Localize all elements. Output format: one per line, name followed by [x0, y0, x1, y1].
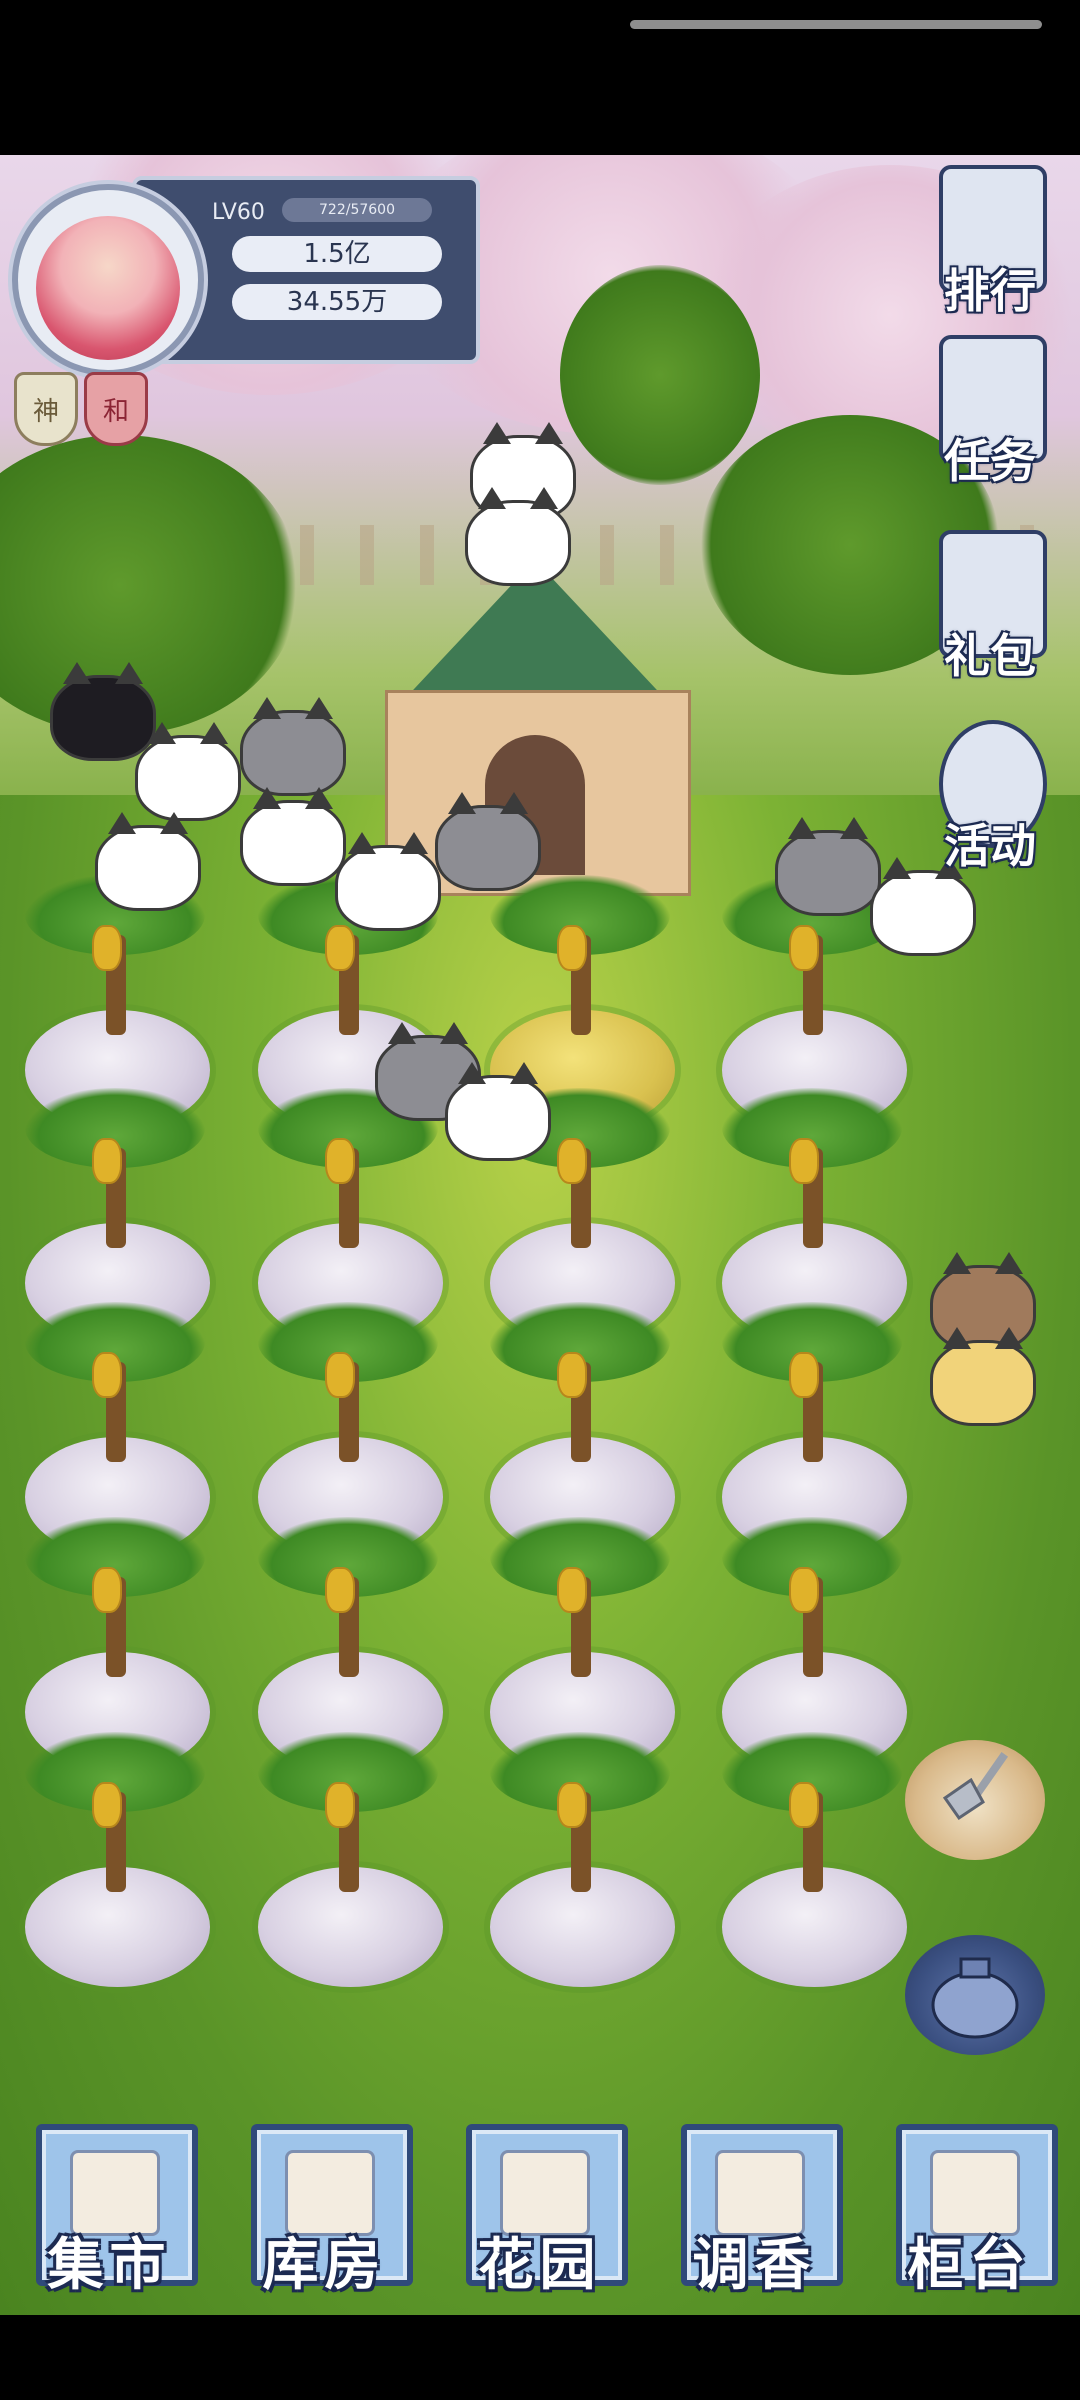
navigation-bar: [0, 2315, 1080, 2400]
shovel-icon: [942, 1752, 1009, 1821]
nav-warehouse[interactable]: 库房: [237, 2124, 413, 2298]
cat-character[interactable]: [870, 857, 976, 956]
nav-counter-label: 柜台: [907, 2232, 1032, 2298]
player-level: LV60: [212, 200, 265, 225]
cat-character[interactable]: [50, 662, 156, 761]
palm-tree[interactable]: [253, 1732, 443, 1902]
cat-character[interactable]: [335, 832, 441, 931]
palm-tree[interactable]: [20, 1732, 210, 1902]
nav-warehouse-label: 库房: [262, 2232, 387, 2298]
cat-character[interactable]: [930, 1327, 1036, 1426]
gift-pack-label: 礼包: [944, 629, 1036, 683]
palm-tree[interactable]: [717, 1088, 907, 1258]
bag-icon: [931, 1957, 1019, 2039]
ranking-label: 排行: [944, 264, 1036, 318]
tasks-label: 任务: [944, 434, 1036, 488]
coin-counter: 1.5亿: [232, 236, 442, 272]
cat-character[interactable]: [775, 817, 881, 916]
palm-tree[interactable]: [485, 1517, 675, 1687]
xp-bar: 722/57600: [282, 198, 432, 222]
harmony-badge[interactable]: 和: [84, 372, 148, 446]
nav-counter[interactable]: 柜台: [882, 2124, 1058, 2298]
hedge: [560, 265, 760, 485]
player-profile[interactable]: LV60 722/57600 1.5亿 34.55万: [12, 176, 480, 376]
palm-tree[interactable]: [253, 1517, 443, 1687]
nav-market[interactable]: 集市: [22, 2124, 198, 2298]
palm-tree[interactable]: [485, 1302, 675, 1472]
nav-perfume-label: 调香: [692, 2232, 817, 2298]
cat-character[interactable]: [435, 792, 541, 891]
gift-pack-button[interactable]: 礼包: [915, 530, 1065, 683]
cat-character[interactable]: [240, 697, 346, 796]
nav-garden-label: 花园: [477, 2232, 602, 2298]
god-badge[interactable]: 神: [14, 372, 78, 446]
shovel-button[interactable]: [905, 1740, 1045, 1860]
nav-garden[interactable]: 花园: [452, 2124, 628, 2298]
heart-counter: 34.55万: [232, 284, 442, 320]
bottom-nav: 集市 库房 花园 调香 柜台: [0, 2110, 1080, 2315]
palm-tree[interactable]: [717, 1302, 907, 1472]
cat-character[interactable]: [465, 487, 571, 586]
cat-character[interactable]: [95, 812, 201, 911]
palm-tree[interactable]: [20, 1302, 210, 1472]
hedge: [0, 435, 300, 735]
avatar-frame[interactable]: [12, 184, 204, 376]
home-indicator: [630, 20, 1042, 29]
palm-tree[interactable]: [253, 1302, 443, 1472]
palm-tree[interactable]: [20, 1517, 210, 1687]
palm-tree[interactable]: [485, 875, 675, 1045]
palm-tree[interactable]: [717, 1732, 907, 1902]
palm-tree[interactable]: [20, 1088, 210, 1258]
events-label: 活动: [944, 819, 1036, 873]
avatar: [36, 216, 180, 360]
ranking-button[interactable]: 排行: [915, 165, 1065, 318]
bag-button[interactable]: [905, 1935, 1045, 2055]
cat-character[interactable]: [240, 787, 346, 886]
nav-market-label: 集市: [47, 2232, 172, 2298]
cat-character[interactable]: [135, 722, 241, 821]
palm-tree[interactable]: [717, 1517, 907, 1687]
events-button[interactable]: 活动: [915, 720, 1065, 873]
nav-perfume[interactable]: 调香: [667, 2124, 843, 2298]
tasks-button[interactable]: 任务: [915, 335, 1065, 488]
palm-tree[interactable]: [485, 1732, 675, 1902]
cat-character[interactable]: [445, 1062, 551, 1161]
status-bar: [0, 0, 1080, 155]
